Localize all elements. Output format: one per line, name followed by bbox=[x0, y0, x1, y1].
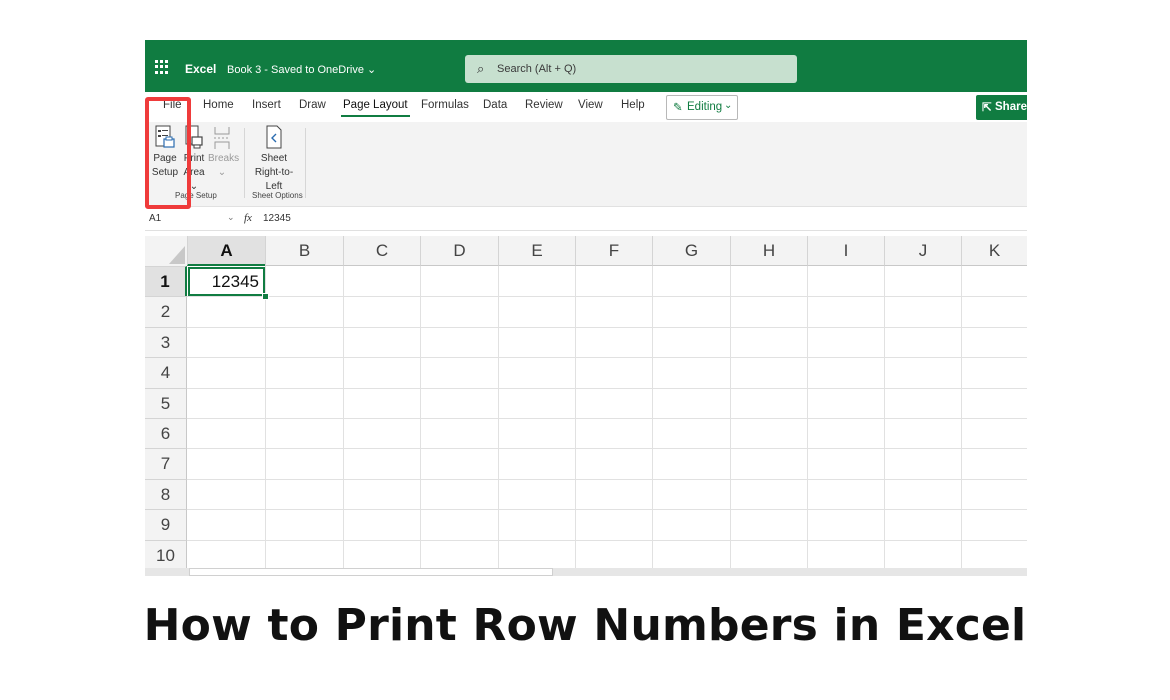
column-header-d[interactable]: D bbox=[420, 236, 498, 266]
gridline bbox=[187, 296, 1027, 298]
ribbon-tabs: File Home Insert Draw Page Layout Formul… bbox=[145, 96, 1027, 124]
column-header-k[interactable]: K bbox=[961, 236, 1027, 266]
share-label: Share bbox=[995, 101, 1027, 113]
select-all-corner[interactable] bbox=[145, 236, 187, 266]
gridline bbox=[187, 357, 1027, 359]
ribbon-panel: Page Setup Print Area ⌄ Breaks ⌄ Page Se… bbox=[145, 122, 1027, 207]
search-box[interactable]: ⌕ Search (Alt + Q) bbox=[465, 55, 797, 83]
row-header-6[interactable]: 6 bbox=[145, 418, 187, 449]
tab-insert[interactable]: Insert bbox=[250, 99, 283, 111]
tab-view[interactable]: View bbox=[576, 99, 605, 111]
sheet-rtl-label-2: Right-to-Left bbox=[254, 167, 294, 192]
group-separator bbox=[244, 128, 245, 198]
formula-input[interactable]: 12345 bbox=[263, 213, 291, 224]
row-header-5[interactable]: 5 bbox=[145, 387, 187, 418]
group-separator bbox=[305, 128, 306, 198]
column-header-i[interactable]: I bbox=[807, 236, 884, 266]
share-button[interactable]: ⇱ Share bbox=[976, 95, 1027, 120]
search-placeholder: Search (Alt + Q) bbox=[497, 63, 577, 75]
sheet-right-to-left-button[interactable]: Sheet Right-to-Left bbox=[248, 122, 300, 194]
excel-window: Excel Book 3 - Saved to OneDrive ⌄ ⌕ Sea… bbox=[145, 40, 1027, 576]
row-header-10[interactable]: 10 bbox=[145, 539, 187, 570]
row-header-9[interactable]: 9 bbox=[145, 509, 187, 540]
column-header-c[interactable]: C bbox=[343, 236, 420, 266]
row-header-8[interactable]: 8 bbox=[145, 478, 187, 510]
cell-a1[interactable]: 12345 bbox=[188, 267, 265, 296]
gridline bbox=[187, 448, 1027, 450]
column-header-h[interactable]: H bbox=[730, 236, 807, 266]
gridline bbox=[187, 478, 1027, 480]
editing-label: Editing bbox=[687, 101, 723, 113]
formula-bar: A1 ⌄ fx 12345 bbox=[145, 210, 1027, 231]
horizontal-scrollbar[interactable] bbox=[145, 568, 1027, 576]
column-header-g[interactable]: G bbox=[652, 236, 730, 266]
column-header-a[interactable]: A bbox=[187, 236, 265, 266]
row-header-7[interactable]: 7 bbox=[145, 448, 187, 479]
gridline bbox=[187, 509, 1027, 511]
editing-mode-button[interactable]: ✎ Editing ⌄ bbox=[666, 95, 738, 120]
chevron-down-icon: ⌄ bbox=[724, 100, 733, 111]
breaks-icon bbox=[214, 127, 230, 149]
pencil-icon: ✎ bbox=[673, 102, 683, 114]
sheet-rtl-label-1: Sheet bbox=[260, 153, 288, 164]
gridline bbox=[187, 387, 1027, 389]
app-launcher-icon[interactable] bbox=[155, 60, 169, 74]
function-icon[interactable]: fx bbox=[244, 212, 252, 224]
page-setup-highlight-box bbox=[145, 97, 191, 209]
scrollbar-thumb[interactable] bbox=[189, 568, 553, 576]
row-header-2[interactable]: 2 bbox=[145, 296, 187, 327]
tab-data[interactable]: Data bbox=[481, 99, 509, 111]
gridline bbox=[187, 326, 1027, 328]
gridline bbox=[187, 418, 1027, 419]
breaks-label-2: ⌄ bbox=[217, 167, 227, 178]
worksheet-grid: A B C D E F G H I J K 1 2 3 4 5 6 7 8 9 … bbox=[145, 236, 1027, 570]
tab-draw[interactable]: Draw bbox=[297, 99, 328, 111]
column-header-j[interactable]: J bbox=[884, 236, 961, 266]
tab-formulas[interactable]: Formulas bbox=[419, 99, 471, 111]
row-header-1[interactable]: 1 bbox=[145, 266, 187, 297]
app-name[interactable]: Excel bbox=[185, 62, 216, 76]
breaks-button[interactable]: Breaks ⌄ bbox=[208, 122, 240, 180]
name-box[interactable]: A1 bbox=[149, 213, 161, 224]
tab-home[interactable]: Home bbox=[201, 99, 236, 111]
column-header-b[interactable]: B bbox=[265, 236, 343, 266]
breaks-label-1: Breaks bbox=[208, 153, 240, 164]
row-header-3[interactable]: 3 bbox=[145, 326, 187, 358]
tab-help[interactable]: Help bbox=[619, 99, 647, 111]
search-icon: ⌕ bbox=[477, 61, 485, 76]
chevron-down-icon[interactable]: ⌄ bbox=[227, 212, 235, 223]
tab-review[interactable]: Review bbox=[523, 99, 565, 111]
title-bar: Excel Book 3 - Saved to OneDrive ⌄ ⌕ Sea… bbox=[145, 40, 1027, 92]
tab-page-layout[interactable]: Page Layout bbox=[341, 99, 410, 117]
gridline bbox=[187, 539, 1027, 541]
caption-title: How to Print Row Numbers in Excel bbox=[143, 600, 1027, 651]
column-header-f[interactable]: F bbox=[575, 236, 652, 266]
row-header-4[interactable]: 4 bbox=[145, 357, 187, 388]
sheet-rtl-icon bbox=[266, 125, 282, 149]
column-header-e[interactable]: E bbox=[498, 236, 575, 266]
document-title[interactable]: Book 3 - Saved to OneDrive ⌄ bbox=[227, 63, 376, 76]
group-label-sheet-options: Sheet Options bbox=[252, 191, 303, 200]
share-icon: ⇱ bbox=[982, 102, 992, 114]
fill-handle[interactable] bbox=[262, 293, 269, 300]
